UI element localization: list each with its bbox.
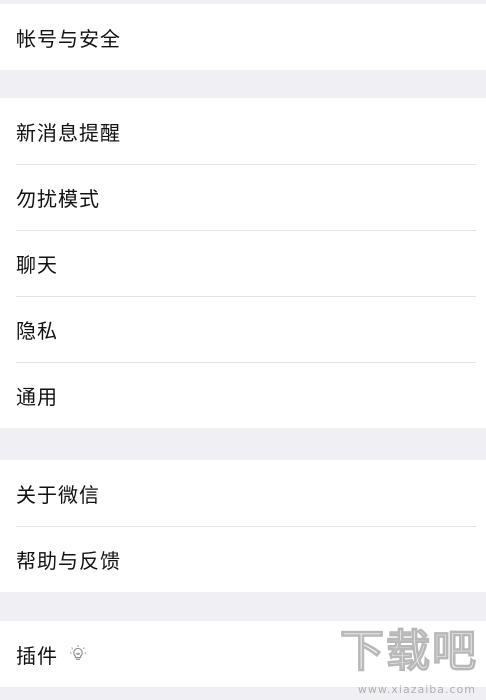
settings-item-general[interactable]: 通用 xyxy=(0,362,486,428)
lightbulb-icon xyxy=(68,644,88,664)
settings-item-label: 勿扰模式 xyxy=(16,186,100,211)
settings-item-about-wechat[interactable]: 关于微信 xyxy=(0,460,486,526)
watermark-url: www.xiazaiba.com xyxy=(357,683,476,696)
settings-item-chat[interactable]: 聊天 xyxy=(0,230,486,296)
settings-item-privacy[interactable]: 隐私 xyxy=(0,296,486,362)
settings-item-label: 关于微信 xyxy=(16,482,100,507)
settings-item-label: 新消息提醒 xyxy=(16,120,121,145)
settings-item-new-message-notification[interactable]: 新消息提醒 xyxy=(0,98,486,164)
settings-group-account: 帐号与安全 xyxy=(0,4,486,70)
watermark: 下载吧 www.xiazaiba.com xyxy=(328,625,478,696)
settings-item-label: 通用 xyxy=(16,384,58,409)
settings-group-main: 新消息提醒 勿扰模式 聊天 隐私 通用 xyxy=(0,98,486,428)
settings-item-label: 插件 xyxy=(16,643,58,668)
watermark-logo-text: 下载吧 xyxy=(339,625,478,677)
settings-item-label: 隐私 xyxy=(16,318,58,343)
settings-item-help-feedback[interactable]: 帮助与反馈 xyxy=(0,526,486,592)
settings-item-label: 帮助与反馈 xyxy=(16,548,121,573)
settings-item-label: 帐号与安全 xyxy=(16,26,121,51)
settings-item-label: 聊天 xyxy=(16,252,58,277)
settings-group-about: 关于微信 帮助与反馈 xyxy=(0,460,486,592)
settings-item-do-not-disturb[interactable]: 勿扰模式 xyxy=(0,164,486,230)
settings-item-account-security[interactable]: 帐号与安全 xyxy=(0,4,486,70)
